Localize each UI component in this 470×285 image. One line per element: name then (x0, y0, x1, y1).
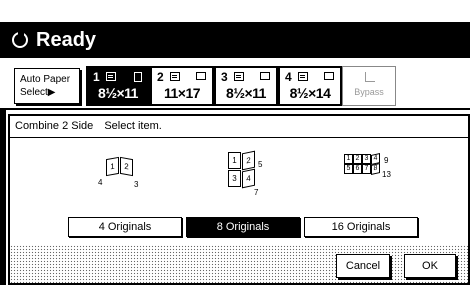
paper-orientation-icon (324, 72, 334, 80)
tray-2-button[interactable]: 2 11×17 (150, 66, 214, 106)
tray-number: 3 (221, 70, 228, 84)
tray-number: 2 (157, 70, 164, 84)
ready-indicator-icon (12, 30, 28, 48)
panel-label: Combine 2 Side (15, 120, 94, 132)
option-16-originals-button[interactable]: 16 Originals (304, 217, 418, 237)
cancel-button[interactable]: Cancel (336, 254, 390, 278)
paper-orientation-icon (134, 72, 142, 82)
diagram-page-label: 5 (258, 160, 263, 169)
tray-number: 1 (93, 70, 100, 84)
tray-icon (106, 72, 116, 81)
diagram-page: 3 (228, 170, 241, 187)
status-title: Ready (36, 28, 97, 51)
combine-16-icon: 1 2 3 4 5 6 7 8 9 13 (342, 152, 412, 198)
combine-8-icon: 1 2 3 4 5 7 (224, 150, 294, 198)
tray-paper-size: 8½×11 (226, 85, 266, 101)
tray-3-button[interactable]: 3 8½×11 (214, 66, 278, 106)
diagram-page: 1 (228, 152, 241, 169)
auto-paper-label-line1: Auto Paper (20, 74, 71, 85)
diagram-page-label: 13 (382, 170, 391, 179)
diagram-page: 2 (242, 150, 255, 171)
diagram-page: 5 (344, 164, 353, 174)
paper-orientation-icon (196, 72, 206, 80)
tray-icon (298, 72, 308, 81)
ok-button[interactable]: OK (404, 254, 456, 278)
option-4-originals-button[interactable]: 4 Originals (68, 217, 182, 237)
option-label: 8 Originals (216, 221, 270, 233)
diagram-page-label: 9 (384, 156, 389, 165)
diagram-page-label: 7 (254, 188, 259, 197)
paper-tray-row: Auto Paper Select▶ 1 8½×11 2 11×17 3 8½×… (0, 58, 470, 110)
diagram-page: 2 (120, 156, 133, 177)
auto-paper-label-line2: Select▶ (20, 87, 56, 98)
bypass-tray-button[interactable]: Bypass (342, 66, 396, 106)
diagram-page: 2 (353, 154, 362, 164)
bypass-label: Bypass (354, 87, 384, 97)
diagram-page: 4 (242, 168, 255, 189)
auto-paper-select-button[interactable]: Auto Paper Select▶ (14, 68, 80, 104)
tray-paper-size: 8½×14 (289, 85, 331, 101)
tray-paper-size: 11×17 (163, 85, 201, 101)
diagram-page: 7 (362, 164, 371, 174)
footer-shaded-area (10, 245, 468, 283)
tray-1-button[interactable]: 1 8½×11 (86, 66, 150, 106)
panel-header: Combine 2 Side Select item. (10, 116, 468, 138)
combine-4-icon: 1 2 4 3 (98, 152, 168, 198)
paper-orientation-icon (260, 72, 270, 80)
tray-icon (170, 72, 180, 81)
diagram-page: 3 (362, 154, 371, 164)
diagram-page-label: 3 (134, 180, 139, 189)
diagram-page: 6 (353, 164, 362, 174)
tray-4-button[interactable]: 4 8½×14 (278, 66, 342, 106)
option-label: 16 Originals (331, 221, 391, 233)
tray-number: 4 (285, 70, 292, 84)
combine-2-side-panel: Combine 2 Side Select item. 1 2 4 3 1 2 … (8, 114, 470, 285)
tray-icon (234, 72, 244, 81)
diagram-page: 1 (344, 154, 353, 164)
tray-paper-size: 8½×11 (98, 85, 138, 101)
diagram-page-label: 4 (98, 178, 103, 187)
top-strip (0, 0, 470, 22)
diagram-page: 1 (106, 156, 119, 177)
panel-instruction: Select item. (104, 120, 162, 132)
bypass-tray-icon (365, 72, 375, 82)
diagram-page: 8 (371, 163, 380, 175)
status-bar: Ready (0, 22, 470, 58)
left-edge-bar (0, 110, 6, 285)
option-label: 4 Originals (98, 221, 152, 233)
option-8-originals-button[interactable]: 8 Originals (186, 217, 300, 237)
